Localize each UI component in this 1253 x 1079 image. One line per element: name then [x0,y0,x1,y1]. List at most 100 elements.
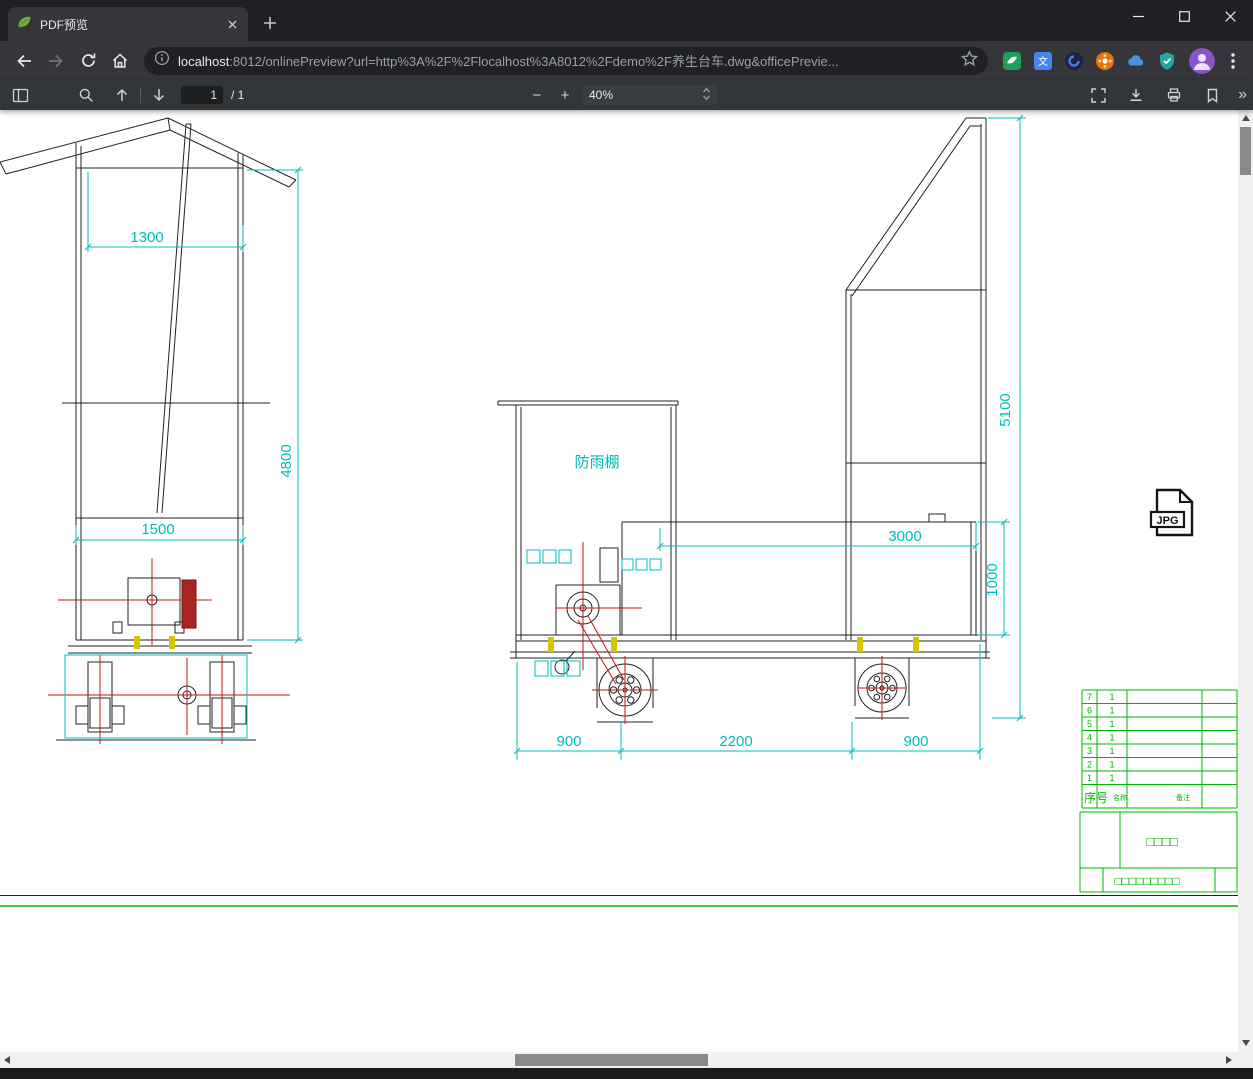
toolbar-separator [140,87,141,103]
chrome-menu-icon[interactable] [1221,49,1245,73]
search-icon[interactable] [74,83,98,107]
dim-label-900-right: 900 [903,733,928,750]
header-note: 备注 [1176,793,1190,802]
extension-icon-cloud[interactable] [1126,51,1146,71]
row-qty: 1 [1109,706,1114,716]
cad-drawing: 1300 4800 1500 防雨棚 3000 1000 5100 900 22… [0,114,1238,907]
url-bar[interactable]: localhost:8012/onlinePreview?url=http%3A… [144,46,988,75]
title-block-title: □□□□ [1146,834,1178,849]
title-block-footer: □□□□□□□□□ [1114,874,1179,888]
dim-label-3000: 3000 [888,528,921,545]
pdf-page-canvas[interactable]: 1300 4800 1500 防雨棚 3000 1000 5100 900 22… [0,110,1253,1052]
zoom-out-button[interactable]: − [527,85,547,105]
side-view: 防雨棚 3000 1000 5100 900 2200 900 [497,114,1026,760]
jpg-label: JPG [1156,515,1178,527]
window-controls [1115,0,1253,32]
row-qty: 1 [1109,760,1114,770]
next-page-icon[interactable] [147,83,171,107]
page-total-label: / 1 [231,88,245,102]
vertical-scrollbar[interactable] [1238,110,1253,1052]
vertical-scroll-thumb[interactable] [1240,127,1251,175]
row-qty: 1 [1109,692,1114,702]
shelter-label: 防雨棚 [574,454,619,471]
scroll-left-arrow[interactable] [4,1056,10,1064]
row-qty: 1 [1109,773,1114,783]
extension-icon-proxy[interactable] [1064,51,1084,71]
hatched-block [181,579,197,629]
profile-avatar[interactable] [1189,47,1215,74]
row-qty: 1 [1109,719,1114,729]
browser-tab[interactable]: PDF预览 [8,7,248,41]
zoom-in-button[interactable]: + [555,85,575,105]
scroll-down-arrow[interactable] [1241,1040,1250,1046]
toolbar-right-icons: » [1086,80,1247,110]
header-serial: 序号 [1084,790,1108,805]
title-block: 7 1 6 1 5 1 4 1 3 1 2 1 1 1 序号 名称 备注 □□□… [1079,689,1238,893]
navigation-bar: localhost:8012/onlinePreview?url=http%3A… [0,41,1253,80]
scrollbar-corner [1238,1052,1253,1068]
bookmark-icon[interactable] [1200,83,1224,107]
extensions-area: 文 [996,51,1183,71]
reload-button[interactable] [74,47,102,75]
bottom-strip [0,1068,1253,1079]
row-no: 4 [1087,733,1092,743]
bookmark-star-icon[interactable] [960,49,979,72]
dim-label-2200: 2200 [719,733,752,750]
scroll-right-arrow[interactable] [1226,1056,1232,1064]
scroll-up-arrow[interactable] [1241,115,1250,121]
site-info-icon[interactable] [154,50,170,71]
extension-icon-translate[interactable]: 文 [1033,51,1053,71]
dim-label-5100: 5100 [997,393,1014,426]
sidebar-toggle-icon[interactable] [8,83,32,107]
browser-window: PDF预览 localhost:8012/onlinePreview?url=h… [0,0,1253,1079]
previous-page-icon[interactable] [110,83,134,107]
tab-title: PDF预览 [40,17,89,32]
maximize-button[interactable] [1161,0,1207,32]
download-icon[interactable] [1124,83,1148,107]
new-tab-button[interactable] [256,9,284,37]
horizontal-scrollbar[interactable] [0,1052,1238,1068]
titlebar: PDF预览 [0,0,1253,41]
row-no: 1 [1087,773,1092,783]
zoom-caret-icon [702,87,711,104]
zoom-value: 40% [589,88,614,102]
tab-close-icon[interactable] [224,16,240,32]
minimize-button[interactable] [1115,0,1161,32]
pdf-viewer-toolbar: / 1 − + 40% » [0,80,1253,110]
row-no: 5 [1087,719,1092,729]
jpg-file-icon: JPG [1149,488,1194,537]
url-text: localhost:8012/onlinePreview?url=http%3A… [178,51,953,70]
dim-label-1000: 1000 [984,563,1001,596]
row-no: 6 [1087,706,1092,716]
svg-text:文: 文 [1038,55,1048,68]
row-qty: 1 [1109,746,1114,756]
close-button[interactable] [1207,0,1253,32]
row-qty: 1 [1109,733,1114,743]
extension-icon-shield[interactable] [1157,51,1177,71]
row-no: 2 [1087,760,1092,770]
zoom-controls: − + 40% [527,80,717,110]
parts-list: 7 1 6 1 5 1 4 1 3 1 2 1 1 1 [1087,692,1115,783]
dim-label-1500: 1500 [141,521,174,538]
toolbar-more-icon[interactable]: » [1238,87,1247,103]
row-no: 7 [1087,692,1092,702]
dim-label-1300: 1300 [130,229,163,246]
home-button[interactable] [106,47,134,75]
url-host: localhost [178,54,230,69]
front-view: 1300 4800 1500 [0,117,303,744]
dim-label-900-left: 900 [556,733,581,750]
header-name: 名称 [1113,793,1127,802]
page-number-input[interactable] [181,86,223,104]
extension-icon-orange[interactable] [1095,51,1115,71]
url-path: :8012/onlinePreview?url=http%3A%2F%2Floc… [229,54,839,69]
zoom-select[interactable]: 40% [583,85,717,105]
dim-label-4800: 4800 [278,444,295,477]
back-button[interactable] [10,47,38,75]
row-no: 3 [1087,746,1092,756]
print-icon[interactable] [1162,83,1186,107]
fullscreen-icon[interactable] [1086,83,1110,107]
extension-icon-green[interactable] [1002,51,1022,71]
spring-leaf-favicon [16,14,32,35]
forward-button[interactable] [42,47,70,75]
horizontal-scroll-thumb[interactable] [515,1054,708,1066]
